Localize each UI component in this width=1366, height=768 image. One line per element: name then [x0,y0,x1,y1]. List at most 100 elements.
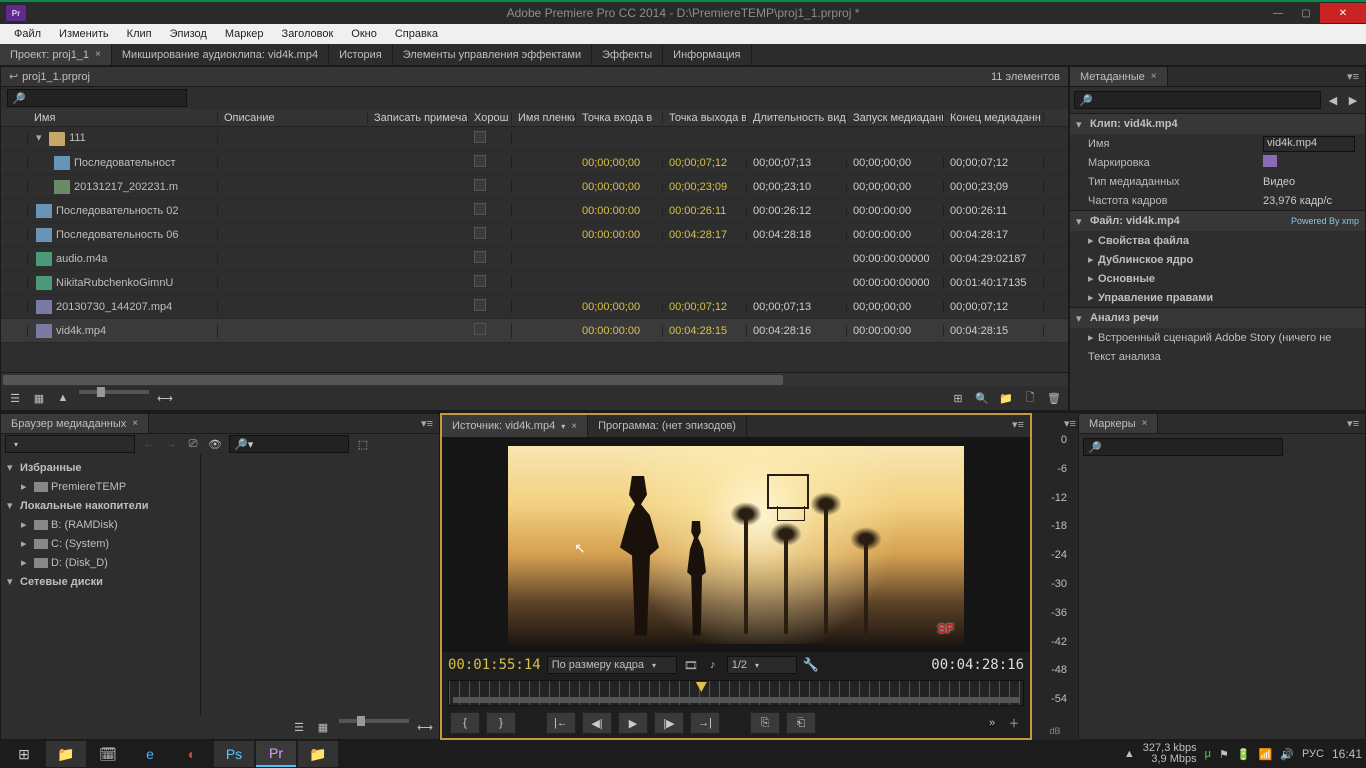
minimize-button[interactable]: — [1264,3,1292,23]
chevron-down-icon[interactable]: ▾ [1076,118,1086,131]
task-app-2[interactable]: 🗓 [88,741,128,767]
filter-icon[interactable]: ⎚ [185,436,201,452]
menu-Справка[interactable]: Справка [387,26,446,42]
metadata-search-input[interactable] [1074,91,1321,109]
task-photoshop[interactable]: Ps [214,741,254,767]
chevron-right-icon[interactable]: ▸ [1088,253,1098,266]
current-timecode[interactable]: 00:01:55:14 [448,657,541,673]
go-to-in-button[interactable]: |← [546,712,576,734]
metadata-subsection[interactable]: ▸ Основные [1070,269,1365,288]
find-icon[interactable]: 🔍 [974,390,990,406]
task-ie[interactable]: e [130,741,170,767]
tab--vid4k-mp4[interactable]: Микширование аудиоклипа: vid4k.mp4 [112,44,329,65]
column-header[interactable]: Хорош [468,112,512,124]
new-bin-icon[interactable]: 📁 [998,390,1014,406]
overwrite-button[interactable]: ⎗ [786,712,816,734]
tray-battery-icon[interactable]: 🔋 [1237,748,1251,761]
chevron-right-icon[interactable]: ▸ [1088,234,1098,247]
column-header[interactable]: Точка выхода в [663,112,747,124]
tray-up-icon[interactable]: ▲ [1124,748,1135,760]
chevron-right-icon[interactable]: ▸ [1088,272,1098,285]
tree-item[interactable]: ▾ Локальные накопители [3,496,198,515]
good-checkbox[interactable] [474,131,486,143]
panel-menu-icon[interactable]: ▾≡ [415,414,439,433]
freeform-view-icon[interactable]: ▲ [55,390,71,406]
close-icon[interactable]: × [571,421,577,432]
zoom-slider[interactable] [79,390,149,394]
panel-menu-icon[interactable]: ▾≡ [1064,417,1076,430]
column-header[interactable]: Имя [28,112,218,124]
automate-icon[interactable]: ⊞ [950,390,966,406]
project-row[interactable]: 20131217_202231.m00;00;00;0000;00;23;090… [1,175,1068,199]
menu-Маркер[interactable]: Маркер [217,26,272,42]
tab-media-browser[interactable]: Браузер медиаданных × [1,414,149,433]
column-header[interactable]: Длительность вид [747,112,847,124]
panel-menu-icon[interactable]: ▾≡ [1341,414,1365,433]
task-explorer[interactable]: 📁 [298,741,338,767]
metadata-subsection[interactable]: ▸ Управление правами [1070,288,1365,307]
forward-icon[interactable]: → [163,436,179,452]
good-checkbox[interactable] [474,251,486,263]
new-item-icon[interactable]: 🗋 [1022,390,1038,406]
good-checkbox[interactable] [474,323,486,335]
tray-network-icon[interactable]: 📶 [1259,748,1273,761]
good-checkbox[interactable] [474,299,486,311]
menu-Изменить[interactable]: Изменить [51,26,117,42]
close-icon[interactable]: × [1151,71,1157,82]
menu-Клип[interactable]: Клип [119,26,160,42]
menu-Заголовок[interactable]: Заголовок [274,26,342,42]
tray-utorrent-icon[interactable]: μ [1205,748,1211,760]
clear-icon[interactable]: 🗑 [1046,390,1062,406]
step-back-button[interactable]: ◀| [582,712,612,734]
insert-button[interactable]: ⎘ [750,712,780,734]
panel-menu-icon[interactable]: ▾≡ [1341,67,1365,86]
panel-menu-icon[interactable]: ▾≡ [1006,415,1030,437]
project-row[interactable]: 20130730_144207.mp400;00;00;0000;00;07;1… [1,295,1068,319]
mark-out-button[interactable]: } [486,712,516,734]
close-button[interactable]: ✕ [1320,3,1366,23]
maximize-button[interactable]: ▢ [1292,3,1320,23]
good-checkbox[interactable] [474,179,486,191]
settings-icon[interactable]: 🔧 [803,657,819,673]
drag-video-icon[interactable]: 🎞 [683,657,699,673]
column-header[interactable]: Конец медиаданн [944,112,1044,124]
tab--[interactable]: Эффекты [592,44,663,65]
chevron-down-icon[interactable]: ▾ [1076,312,1086,325]
sort-icon[interactable]: ⟷ [157,390,173,406]
source-timeline-ruler[interactable] [448,680,1024,706]
tree-item[interactable]: ▾ Сетевые диски [3,572,198,591]
directory-icon[interactable]: ⬚ [355,436,371,452]
tab-source[interactable]: Источник: vid4k.mp4▾ × [442,415,588,437]
task-app-3[interactable]: ◐ [172,741,212,767]
markers-search-input[interactable] [1083,438,1283,456]
tree-item[interactable]: ▸ PremiereTEMP [3,477,198,496]
tab--[interactable]: Элементы управления эффектами [393,44,592,65]
metadata-subsection[interactable]: ▸ Дублинское ядро [1070,250,1365,269]
bin-back-icon[interactable]: ↩ [9,70,19,83]
tab--[interactable]: История [329,44,393,65]
sort-icon[interactable]: ⟷ [417,719,433,735]
project-row[interactable]: ▾ 111 [1,127,1068,151]
project-search-input[interactable] [7,89,187,107]
column-header[interactable]: Описание [218,112,368,124]
tree-item[interactable]: ▸ B: (RAMDisk) [3,515,198,534]
dropdown-icon[interactable]: ▾ [561,422,565,431]
mark-in-button[interactable]: { [450,712,480,734]
project-hscrollbar[interactable] [1,372,1068,386]
thumb-view-icon[interactable]: ▦ [315,719,331,735]
column-header[interactable]: Запуск медиаданн [847,112,944,124]
icon-view-icon[interactable]: ▦ [31,390,47,406]
browser-search-input[interactable] [229,435,349,453]
menu-Эпизод[interactable]: Эпизод [162,26,215,42]
go-to-out-button[interactable]: →| [690,712,720,734]
drag-audio-icon[interactable]: ♪ [705,657,721,673]
chevron-right-icon[interactable]: ▸ [1088,331,1098,344]
task-premiere[interactable]: Pr [256,741,296,767]
project-row[interactable]: Последовательность 0600:00:00:0000:04:28… [1,223,1068,247]
tab-program[interactable]: Программа: (нет эпизодов) [588,415,747,437]
metadata-subsection[interactable]: ▸ Свойства файла [1070,231,1365,250]
start-button[interactable]: ⊞ [4,741,44,767]
project-row[interactable]: vid4k.mp400:00:00:0000:04:28:1500:04:28:… [1,319,1068,343]
tray-flag-icon[interactable]: ⚑ [1219,748,1229,761]
good-checkbox[interactable] [474,275,486,287]
